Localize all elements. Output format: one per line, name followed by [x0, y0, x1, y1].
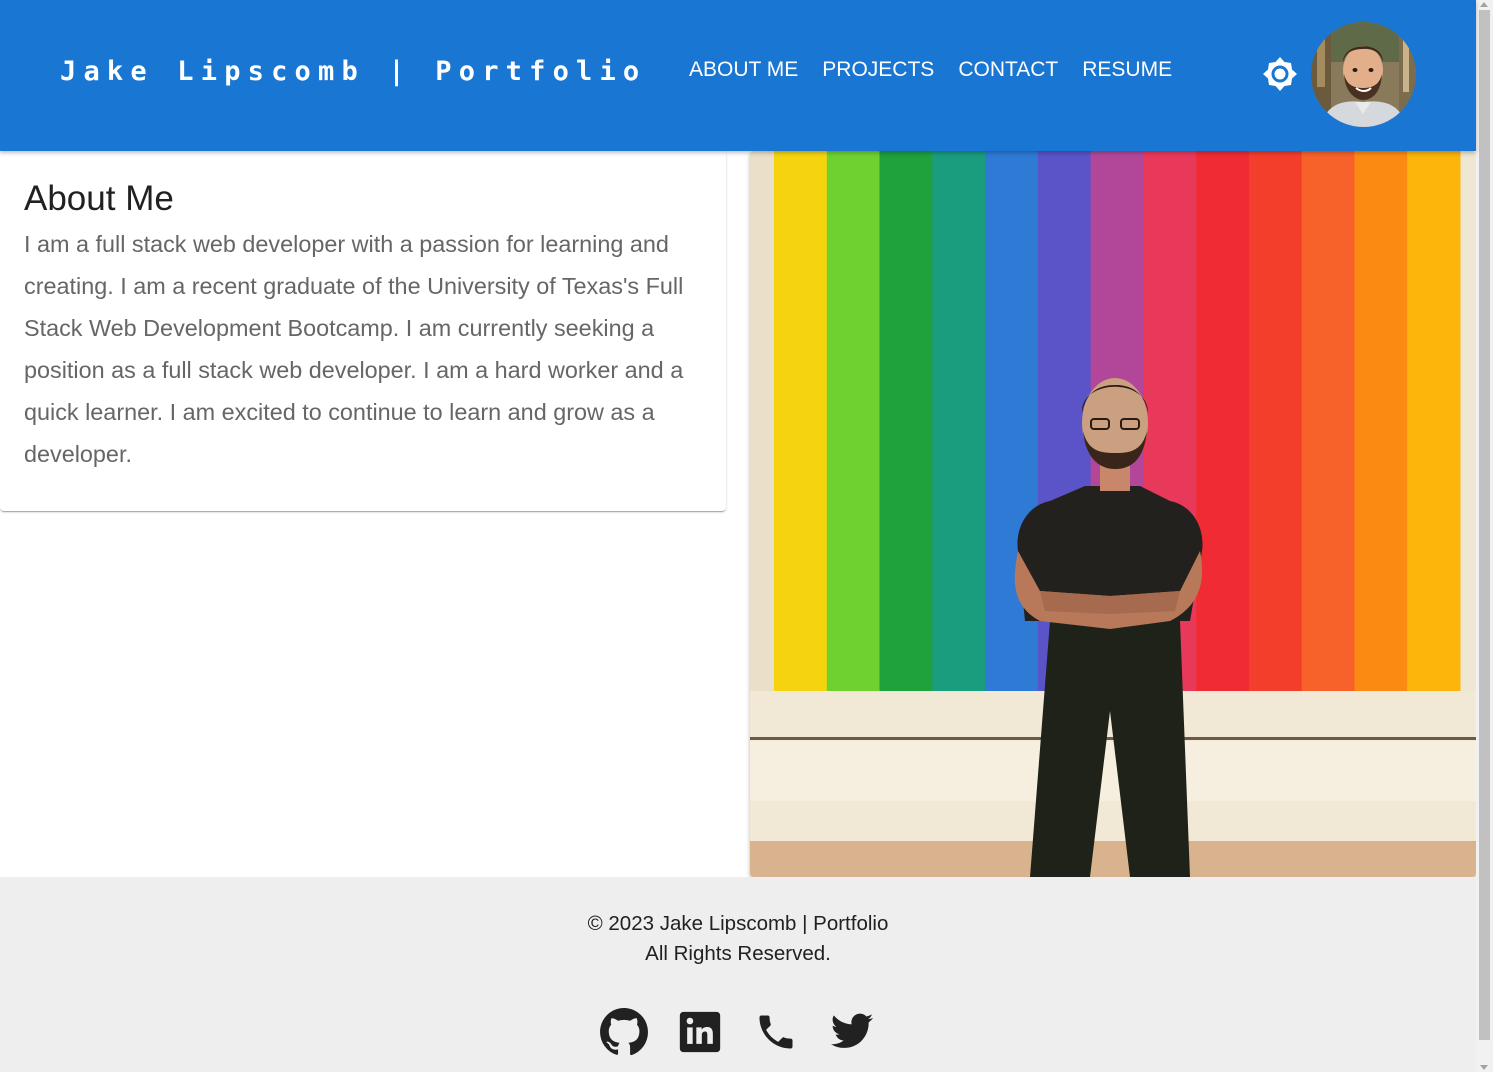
painting-stripe	[1196, 151, 1250, 691]
painting-stripe	[1407, 151, 1461, 691]
github-icon	[600, 1008, 648, 1056]
about-card: About Me I am a full stack web developer…	[0, 151, 726, 511]
painting-stripe	[774, 151, 828, 691]
painting-stripe	[826, 151, 881, 691]
scrollbar-thumb[interactable]	[1479, 10, 1490, 1040]
app-header: Jake Lipscomb | Portfolio ABOUT ME PROJE…	[0, 0, 1476, 151]
scroll-down-arrow[interactable]	[1480, 1065, 1488, 1070]
nav-contact[interactable]: CONTACT	[946, 58, 1070, 82]
nav-projects[interactable]: PROJECTS	[810, 58, 946, 82]
twitter-icon	[830, 1013, 874, 1048]
portrait-photo	[750, 151, 1476, 877]
painting-stripe	[1248, 151, 1303, 691]
about-text: I am a full stack web developer with a p…	[24, 231, 684, 467]
github-link[interactable]	[599, 1007, 649, 1057]
phone-link[interactable]	[751, 1007, 801, 1057]
rights-text: All Rights Reserved.	[645, 942, 831, 965]
painting-stripe	[879, 151, 933, 691]
sun-icon	[1263, 57, 1297, 91]
painting-stripe	[932, 151, 986, 691]
theme-toggle-button[interactable]	[1262, 56, 1298, 92]
nav-resume[interactable]: RESUME	[1070, 58, 1184, 82]
phone-icon	[759, 1015, 793, 1049]
copyright-block: © 2023 Jake Lipscomb | Portfolio All Rig…	[0, 909, 1476, 969]
page: Jake Lipscomb | Portfolio ABOUT ME PROJE…	[0, 0, 1476, 1072]
site-brand[interactable]: Jake Lipscomb | Portfolio	[60, 56, 646, 87]
main-nav: ABOUT ME PROJECTS CONTACT RESUME	[677, 58, 1184, 82]
copyright-text: © 2023 Jake Lipscomb | Portfolio	[587, 912, 889, 935]
linkedin-link[interactable]	[675, 1007, 725, 1057]
social-links	[0, 1007, 1476, 1057]
linkedin-icon	[679, 1011, 721, 1053]
nav-about-me[interactable]: ABOUT ME	[677, 58, 810, 82]
about-title: About Me	[24, 179, 174, 218]
twitter-link[interactable]	[827, 1007, 877, 1057]
avatar[interactable]	[1311, 22, 1416, 127]
app-footer: © 2023 Jake Lipscomb | Portfolio All Rig…	[0, 877, 1476, 1072]
painting-stripe	[1301, 151, 1355, 691]
vertical-scrollbar[interactable]	[1476, 0, 1493, 1072]
painting-stripe	[1354, 151, 1408, 691]
scroll-up-arrow[interactable]	[1480, 2, 1488, 7]
